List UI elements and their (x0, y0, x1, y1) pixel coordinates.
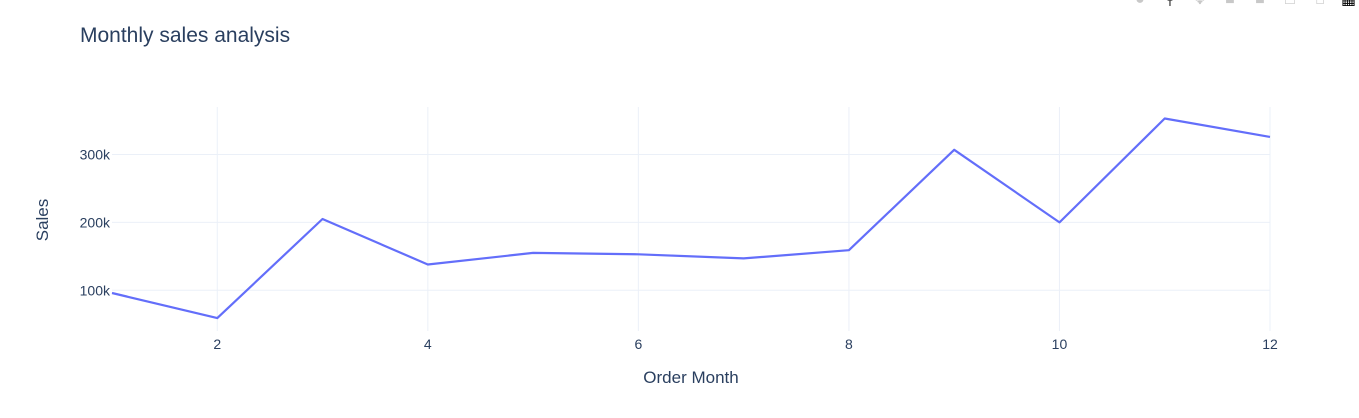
data-point[interactable] (951, 147, 957, 153)
data-point[interactable] (1267, 134, 1273, 140)
x-tick-label: 6 (634, 336, 642, 352)
x-tick-label: 8 (845, 336, 853, 352)
data-point[interactable] (214, 315, 220, 321)
x-tick-label: 10 (1052, 336, 1068, 352)
y-tick-label: 100k (80, 282, 111, 298)
x-tick-label: 12 (1262, 336, 1278, 352)
x-axis-title: Order Month (643, 368, 738, 387)
y-axis-title: Sales (33, 199, 52, 242)
y-tick-label: 300k (80, 147, 111, 163)
data-point[interactable] (425, 261, 431, 267)
gridlines (112, 107, 1271, 331)
x-tick-label: 2 (213, 336, 221, 352)
data-point[interactable] (741, 255, 747, 261)
data-point[interactable] (1056, 219, 1062, 225)
series-line[interactable] (111, 117, 1271, 320)
data-point[interactable] (635, 251, 641, 257)
tick-labels: 2 4 6 8 10 12 100k 200k 300k (80, 147, 1278, 352)
y-tick-label: 200k (80, 214, 111, 230)
line-chart: 2 4 6 8 10 12 100k 200k 300k Order Month Sales (33, 107, 1278, 387)
x-tick-label: 4 (424, 336, 432, 352)
data-point[interactable] (530, 250, 536, 256)
data-point[interactable] (846, 247, 852, 253)
data-point[interactable] (320, 216, 326, 222)
data-point[interactable] (1162, 116, 1168, 122)
